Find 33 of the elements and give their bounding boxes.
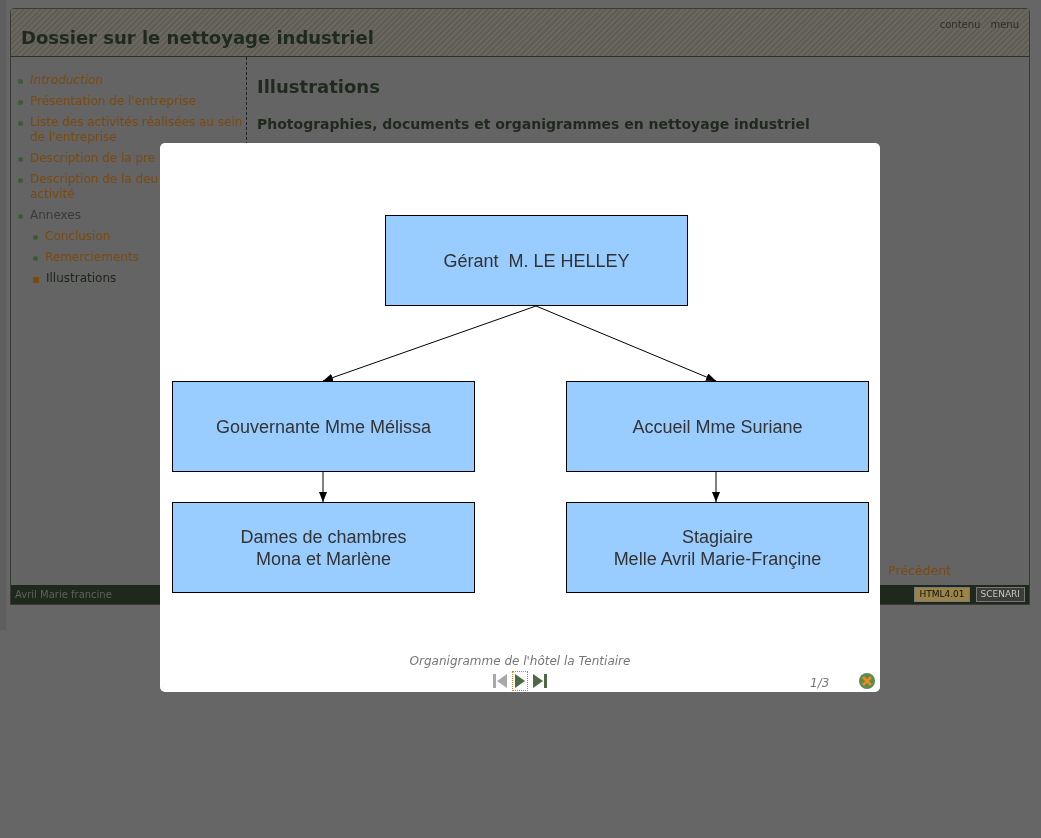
- org-chart-node: Accueil Mme Suriane: [566, 381, 869, 472]
- org-chart-node: Stagiaire Melle Avril Marie-Françine: [566, 502, 869, 593]
- sidebar-link[interactable]: Conclusion: [45, 229, 111, 244]
- slideshow-button[interactable]: [513, 672, 527, 690]
- header-link[interactable]: menu: [990, 17, 1019, 32]
- connector-arrow: [712, 471, 720, 503]
- page-heading: Illustrations: [257, 75, 381, 99]
- section-heading: Photographies, documents et organigrammes en nettoyage industriel: [257, 115, 811, 134]
- sidebar-link[interactable]: Introduction: [30, 73, 103, 88]
- footer-badge[interactable]: SCENARI: [975, 587, 1025, 602]
- header-link[interactable]: contenu: [939, 17, 981, 32]
- close-button[interactable]: [859, 673, 875, 689]
- sidebar-link[interactable]: Description de la pre: [30, 151, 156, 166]
- close-icon: [862, 676, 872, 686]
- image-counter: 1/3: [810, 675, 830, 692]
- skip-forward-icon: [532, 673, 548, 689]
- sidebar-link[interactable]: Présentation de l'entreprise: [30, 94, 196, 109]
- site-title: Dossier sur le nettoyage industriel: [21, 26, 374, 50]
- sidebar-link[interactable]: Illustrations: [46, 271, 117, 286]
- org-chart-node: Dames de chambres Mona et Marlène: [172, 502, 475, 593]
- sidebar-link[interactable]: Description de la deu activité: [30, 172, 159, 202]
- author-name: Avril Marie francine: [15, 588, 112, 602]
- skip-back-icon: [492, 673, 508, 689]
- org-chart-node: Gouvernante Mme Mélissa: [172, 381, 475, 472]
- play-icon: [514, 673, 526, 689]
- connector-arrow: [319, 471, 327, 503]
- sidebar-link[interactable]: Liste des activités réalisées au sein de l'entreprise: [30, 115, 243, 145]
- previous-link[interactable]: Précédent: [888, 562, 951, 581]
- org-chart-node: Gérant M. LE HELLEY: [385, 215, 688, 306]
- image-caption: Organigramme de l'hôtel la Tentiaire: [409, 653, 631, 670]
- slideshow-button[interactable]: [531, 672, 549, 690]
- footer-badge[interactable]: HTML4.01: [914, 587, 970, 602]
- sidebar-link[interactable]: Remerciements: [45, 250, 139, 265]
